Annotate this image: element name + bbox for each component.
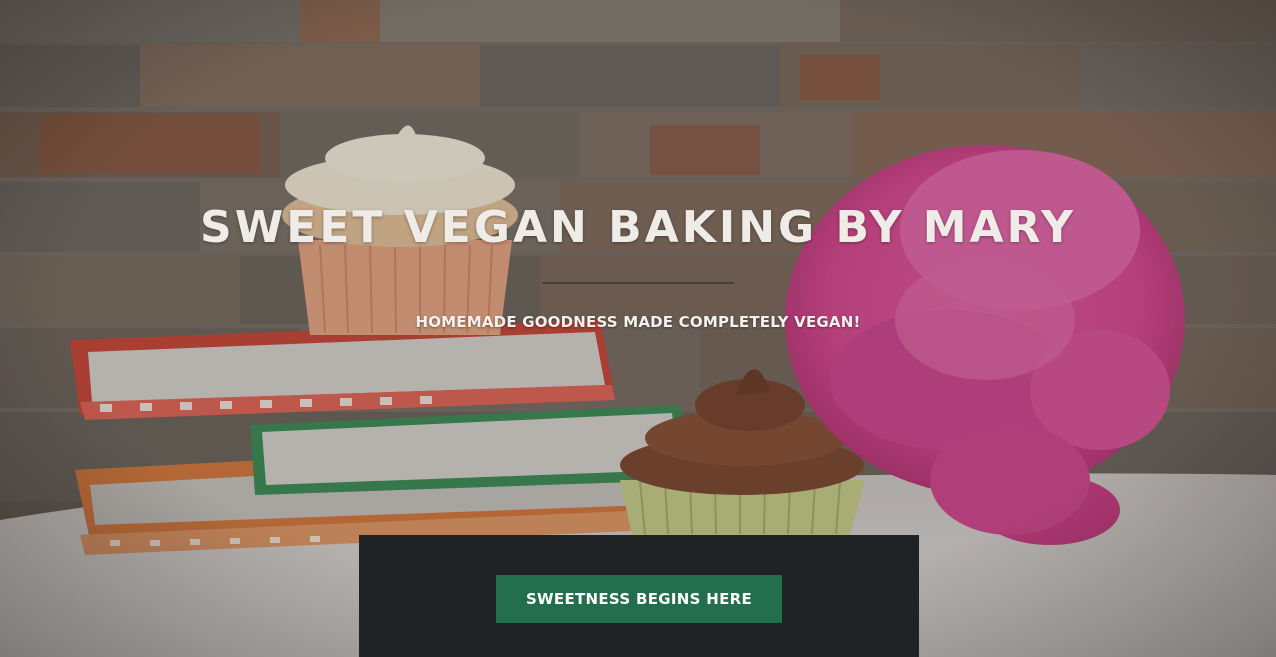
title-divider [542, 282, 734, 284]
page-subtitle: HOMEMADE GOODNESS MADE COMPLETELY VEGAN! [415, 313, 861, 331]
hero-section: SWEET VEGAN BAKING BY MARY HOMEMADE GOOD… [0, 0, 1276, 657]
page-title: SWEET VEGAN BAKING BY MARY [200, 202, 1076, 253]
sweetness-begins-here-button[interactable]: SWEETNESS BEGINS HERE [496, 575, 782, 623]
cta-panel: SWEETNESS BEGINS HERE [359, 535, 919, 657]
